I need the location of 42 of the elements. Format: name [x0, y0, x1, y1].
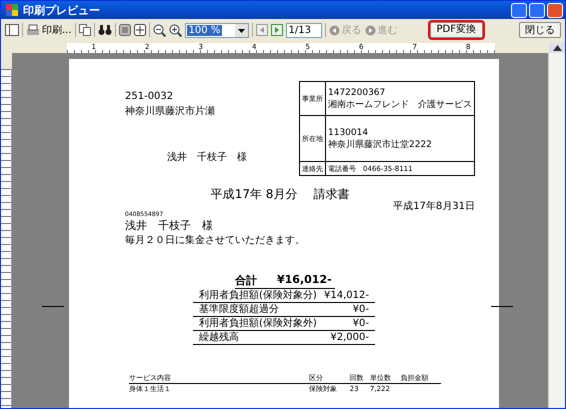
document-title: 平成17年 8月分 請求書	[210, 186, 350, 203]
notice-text: 毎月２０日に集金させていただきます。	[125, 234, 306, 247]
table-cell-text: 1130014	[328, 126, 370, 138]
zoom-out-icon[interactable]	[152, 24, 166, 36]
breakdown-amount: ¥2,000-	[330, 332, 369, 344]
postal-code: 251-0032	[125, 91, 174, 102]
zoom-dropdown[interactable]: 100 %	[184, 22, 249, 38]
zoom-in-icon[interactable]	[168, 24, 182, 36]
table-cell-text: 神奈川県藤沢市辻堂2222	[328, 138, 433, 150]
app-icon	[5, 3, 19, 17]
issue-date: 平成17年8月31日	[393, 200, 475, 213]
total-label: 合計	[235, 273, 257, 288]
copy-icon[interactable]	[78, 24, 91, 36]
close-preview-button[interactable]: 閉じる	[519, 22, 561, 38]
sidebar-toggle-icon[interactable]	[5, 24, 19, 36]
vertical-scrollbar[interactable]	[548, 53, 565, 408]
breakdown-amount: ¥14,012-	[324, 290, 369, 302]
close-button[interactable]	[547, 2, 563, 18]
page-field[interactable]: 1/13	[286, 22, 322, 38]
breakdown-amount: ¥0-	[352, 318, 369, 330]
printer-icon	[26, 24, 40, 36]
total-amount: ¥16,012-	[277, 273, 332, 288]
breakdown-label: 繰越残高	[199, 332, 239, 344]
table-cell: 湘南ホームフレンド 介護サービス	[328, 98, 472, 110]
address: 神奈川県藤沢市片瀬	[125, 104, 216, 118]
minimize-button[interactable]	[511, 2, 527, 18]
binoculars-icon[interactable]	[98, 24, 112, 36]
breakdown-label: 利用者負担額(保険対象外)	[199, 318, 317, 330]
table-cell-text: 1472200367	[328, 86, 386, 98]
breakdown-label: 基準限度額超過分	[199, 304, 279, 316]
scroll-up-icon[interactable]	[552, 45, 562, 51]
breakdown-amount: ¥0-	[352, 304, 369, 316]
print-button[interactable]: 印刷...	[26, 23, 72, 37]
two-page-icon[interactable]	[134, 24, 146, 36]
next-page-icon[interactable]	[270, 24, 283, 36]
customer-name: 浅井 千枝子 様	[125, 218, 214, 233]
single-page-icon[interactable]	[118, 24, 131, 36]
breakdown-label: 利用者負担額(保険対象分)	[199, 290, 317, 302]
maximize-button[interactable]	[529, 2, 545, 18]
pdf-convert-button[interactable]: PDF変換	[430, 22, 483, 38]
window-title: 印刷プレビュー	[23, 2, 100, 18]
recipient-name: 浅井 千枝子 様	[167, 150, 247, 164]
